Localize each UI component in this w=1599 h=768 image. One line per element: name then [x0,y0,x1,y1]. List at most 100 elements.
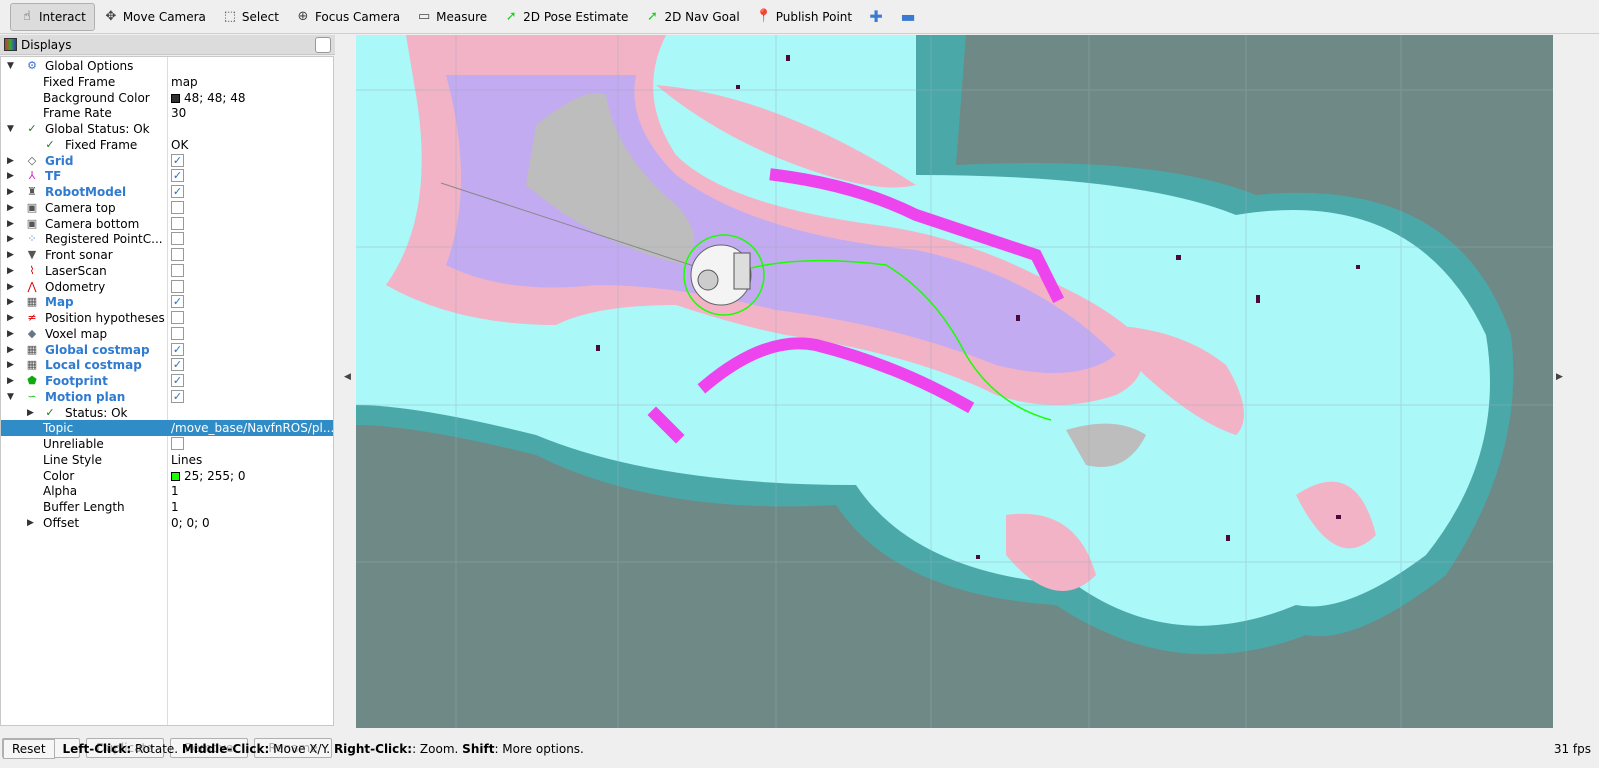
tool-2d-nav-goal[interactable]: ➚ 2D Nav Goal [636,3,747,31]
expand-arrow-icon[interactable]: ▶ [7,282,14,292]
tree-row-unreliable[interactable]: Unreliable [1,436,333,452]
tree-row-laserscan[interactable]: ▶ ⌇ LaserScan [1,263,333,279]
tree-row-camera-bottom[interactable]: ▶ ▣ Camera bottom [1,216,333,232]
expand-arrow-icon[interactable]: ▶ [7,219,14,229]
enable-checkbox[interactable]: ✓ [171,342,184,356]
enable-checkbox[interactable]: ✓ [171,358,184,372]
tree-row-line-style[interactable]: Line Style Lines [1,452,333,468]
tree-row-global-status-ok[interactable]: ▼ ✓ Global Status: Ok [1,121,333,137]
tree-row-local-costmap[interactable]: ▶ ▦ Local costmap ✓ [1,357,333,373]
tree-row-fixed-frame[interactable]: Fixed Frame map [1,74,333,90]
row-value[interactable]: map [171,75,333,89]
3d-viewport[interactable] [356,35,1553,728]
enable-checkbox[interactable] [171,279,184,293]
collapse-arrow-icon[interactable]: ▼ [7,392,14,402]
tree-row-status-ok[interactable]: ▶ ✓ Status: Ok [1,405,333,421]
enable-checkbox[interactable] [171,232,184,246]
enable-checkbox[interactable] [171,326,184,340]
row-label: Map [45,295,74,310]
collapse-arrow-icon[interactable]: ▼ [7,124,14,134]
enable-checkbox[interactable] [171,263,184,277]
costmap-render [356,35,1553,728]
tool-publish-point[interactable]: 📍 Publish Point [748,3,860,31]
tree-row-frame-rate[interactable]: Frame Rate 30 [1,105,333,121]
reset-button[interactable]: Reset [3,739,55,759]
tree-row-camera-top[interactable]: ▶ ▣ Camera top [1,200,333,216]
enable-checkbox[interactable]: ✓ [171,295,184,309]
tree-row-map[interactable]: ▶ ▦ Map ✓ [1,294,333,310]
remove-tool-icon[interactable]: ▬ [900,8,916,25]
expand-arrow-icon[interactable]: ▶ [7,156,14,166]
tree-row-global-costmap[interactable]: ▶ ▦ Global costmap ✓ [1,342,333,358]
enable-checkbox[interactable] [171,311,184,324]
tree-row-global-options[interactable]: ▼ ⚙ Global Options [1,58,333,74]
tool-move-camera[interactable]: ✥ Move Camera [95,3,214,31]
expand-arrow-icon[interactable]: ▶ [27,518,34,528]
enable-checkbox[interactable] [171,248,184,261]
tool-interact[interactable]: ☝ Interact [10,2,95,31]
enable-checkbox[interactable] [171,200,184,214]
row-value[interactable]: 48; 48; 48 [171,91,333,105]
row-label: Camera top [45,200,116,215]
collapse-left-arrow[interactable]: ◀ [344,372,351,382]
tool-measure[interactable]: ▭ Measure [408,3,495,31]
expand-arrow-icon[interactable]: ▶ [7,313,14,323]
tool-select[interactable]: ⬚ Select [214,3,287,31]
tree-row-tf[interactable]: ▶ ⅄ TF ✓ [1,168,333,184]
enable-checkbox[interactable]: ✓ [171,169,184,183]
expand-arrow-icon[interactable]: ▶ [7,266,14,276]
enable-checkbox[interactable] [171,216,184,230]
displays-panel: Displays ▼ ⚙ Global Options Fixed Frame map B… [0,35,335,758]
tree-row-grid[interactable]: ▶ ◇ Grid ✓ [1,153,333,169]
expand-arrow-icon[interactable]: ▶ [7,250,14,260]
row-value[interactable]: 0; 0; 0 [171,516,333,530]
collapse-arrow-icon[interactable]: ▼ [7,61,14,71]
tree-row-odometry[interactable]: ▶ ⋀ Odometry [1,279,333,295]
expand-arrow-icon[interactable]: ▶ [7,345,14,355]
row-value[interactable]: 25; 255; 0 [171,469,333,483]
collapse-right-arrow[interactable]: ▶ [1556,372,1563,382]
focus-camera-icon: ⊕ [297,8,309,24]
row-label: Fixed Frame [65,137,138,152]
row-value[interactable]: Lines [171,453,333,467]
enable-checkbox[interactable]: ✓ [171,185,184,198]
expand-arrow-icon[interactable]: ▶ [7,234,14,244]
voxel-icon: ◆ [27,326,37,340]
tool-2d-pose-estimate[interactable]: ➚ 2D Pose Estimate [495,3,636,31]
tree-row-position-hypotheses[interactable]: ▶ ≠ Position hypotheses [1,310,333,326]
tree-row-footprint[interactable]: ▶ ⬟ Footprint ✓ [1,373,333,389]
tree-row-motion-plan[interactable]: ▼ ∽ Motion plan ✓ [1,389,333,405]
tree-row-front-sonar[interactable]: ▶ ▼ Front sonar [1,247,333,263]
tree-row-voxel-map[interactable]: ▶ ◆ Voxel map [1,326,333,342]
row-value[interactable]: 1 [171,500,333,514]
enable-checkbox[interactable] [171,437,184,450]
expand-arrow-icon[interactable]: ▶ [27,408,34,418]
tree-row-offset[interactable]: ▶ Offset 0; 0; 0 [1,515,333,531]
tree-row-alpha[interactable]: Alpha 1 [1,483,333,499]
tree-row-color[interactable]: Color 25; 255; 0 [1,468,333,484]
enable-checkbox[interactable]: ✓ [171,389,184,403]
row-value[interactable]: 30 [171,106,333,120]
expand-arrow-icon[interactable]: ▶ [7,297,14,307]
enable-checkbox[interactable]: ✓ [171,374,184,387]
expand-arrow-icon[interactable]: ▶ [7,376,14,386]
tree-row-topic[interactable]: Topic/move_base/NavfnROS/pl... [1,420,333,437]
tree-row-robotmodel[interactable]: ▶ ♜ RobotModel ✓ [1,184,333,200]
tree-row-registered-pointc-[interactable]: ▶ ⁘ Registered PointC... [1,231,333,247]
expand-arrow-icon[interactable]: ▶ [7,329,14,339]
tree-row-buffer-length[interactable]: Buffer Length 1 [1,499,333,515]
expand-arrow-icon[interactable]: ▶ [7,171,14,181]
row-value[interactable]: /move_base/NavfnROS/pl... [171,421,333,435]
tree-row-background-color[interactable]: Background Color 48; 48; 48 [1,90,333,106]
expand-arrow-icon[interactable]: ▶ [7,187,14,197]
add-tool-icon[interactable]: ✚ [868,8,884,25]
displays-tree[interactable]: ▼ ⚙ Global Options Fixed Frame map Background… [0,56,334,726]
row-value[interactable]: 1 [171,484,333,498]
tool-focus-camera[interactable]: ⊕ Focus Camera [287,3,408,31]
expand-arrow-icon[interactable]: ▶ [7,360,14,370]
expand-arrow-icon[interactable]: ▶ [7,203,14,213]
row-value[interactable]: OK [171,138,333,152]
undock-button[interactable] [315,37,331,53]
enable-checkbox[interactable]: ✓ [171,153,184,167]
tree-row-fixed-frame[interactable]: ✓ Fixed Frame OK [1,137,333,153]
